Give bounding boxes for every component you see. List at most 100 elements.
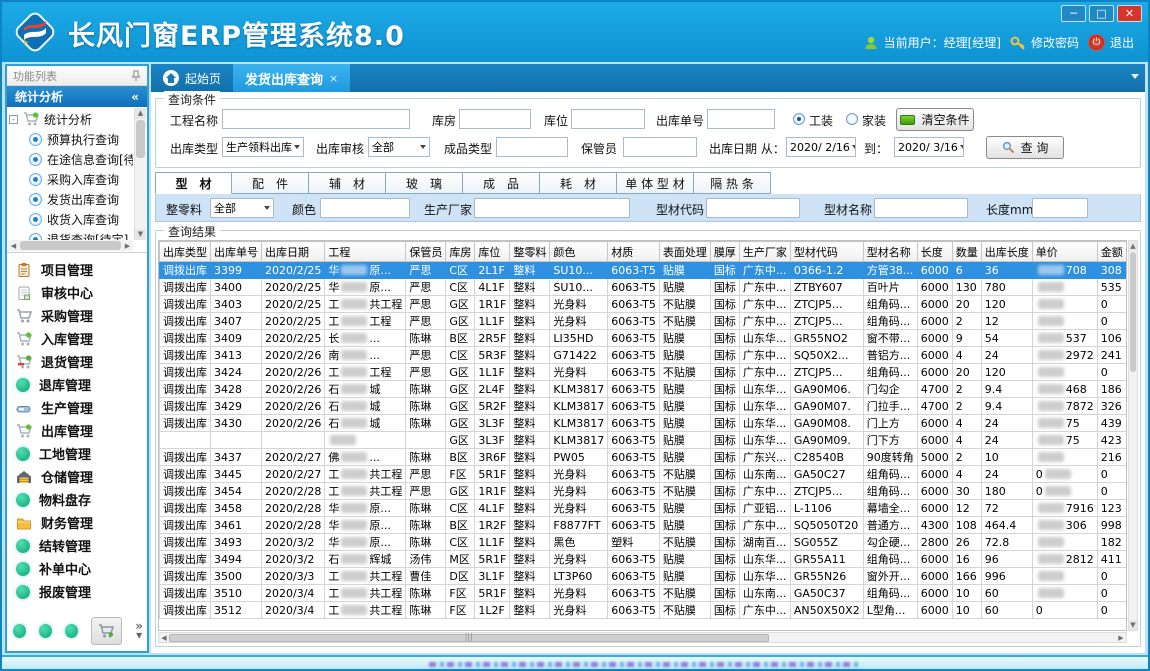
manufacturer-input[interactable] bbox=[474, 198, 630, 218]
column-header[interactable]: 单价 bbox=[1032, 242, 1097, 262]
column-header[interactable]: 出库类型 bbox=[160, 242, 211, 262]
order-no-input[interactable] bbox=[707, 109, 775, 129]
sidebar-module-15[interactable]: 报废管理 bbox=[16, 580, 147, 603]
table-row[interactable]: 调拨出库34612020/2/28华原...陈琳B区1R2F整料F8877FT6… bbox=[160, 517, 1127, 534]
column-header[interactable]: 型材代码 bbox=[790, 242, 863, 262]
material-tab-5[interactable]: 成 品 bbox=[463, 172, 540, 194]
tree-item-3[interactable]: 采购入库查询 bbox=[9, 169, 133, 189]
table-row[interactable]: 调拨出库34932020/3/2华原...陈琳C区1L1F整料黑色塑料不贴膜国标… bbox=[160, 534, 1127, 551]
sidebar-module-2[interactable]: 审核中心 bbox=[16, 281, 147, 304]
material-tab-8[interactable]: 隔 热 条 bbox=[694, 172, 771, 194]
table-row[interactable]: 调拨出库34582020/2/28华原...陈琳C区4L1F整料光身料6063-… bbox=[160, 500, 1127, 517]
tree-horizontal-scrollbar[interactable]: ◀ ▶ bbox=[8, 240, 133, 251]
scroll-down-icon[interactable]: ▼ bbox=[1129, 620, 1137, 630]
collapse-icon[interactable]: « bbox=[131, 90, 139, 104]
table-row[interactable]: 调拨出库34302020/2/26石城陈琳G区3L3F整料KLM38176063… bbox=[160, 415, 1127, 432]
tree-item-6[interactable]: 退货查询[待定] bbox=[9, 229, 133, 240]
column-header[interactable]: 库位 bbox=[475, 242, 510, 262]
sidebar-module-9[interactable]: 工地管理 bbox=[16, 442, 147, 465]
location-input[interactable] bbox=[571, 109, 645, 129]
tab-home[interactable]: 起始页 bbox=[151, 64, 233, 92]
table-row[interactable]: 调拨出库34132020/2/26南...严思C区5R3F整料G71422606… bbox=[160, 347, 1127, 364]
sidebar-module-8[interactable]: 出库管理 bbox=[16, 419, 147, 442]
module-dot-icon[interactable] bbox=[39, 624, 52, 638]
change-password-button[interactable]: 修改密码 bbox=[1010, 34, 1079, 51]
more-chevron-icon[interactable]: »▾ bbox=[135, 622, 143, 640]
close-tab-icon[interactable]: × bbox=[329, 72, 338, 85]
sidebar-module-1[interactable]: 项目管理 bbox=[16, 258, 147, 281]
sidebar-module-13[interactable]: 结转管理 bbox=[16, 534, 147, 557]
table-row[interactable]: 调拨出库34542020/2/28工共工程严思G区1R1F整料光身料6063-T… bbox=[160, 483, 1127, 500]
table-row[interactable]: 调拨出库34002020/2/25华原...严思C区4L1F整料SU10...6… bbox=[160, 279, 1127, 296]
table-row[interactable]: G区3L3F整料KLM38176063-T5贴膜国标山东华...GA90M09.… bbox=[160, 432, 1127, 449]
keeper-input[interactable] bbox=[623, 137, 697, 157]
material-tab-6[interactable]: 耗 材 bbox=[540, 172, 617, 194]
column-header[interactable]: 整零料 bbox=[510, 242, 550, 262]
sidebar-module-6[interactable]: 退库管理 bbox=[16, 373, 147, 396]
table-horizontal-scrollbar[interactable]: ◀ ▶ bbox=[158, 632, 1127, 643]
tree-vertical-scrollbar[interactable]: ▲ ▼ bbox=[134, 108, 146, 240]
column-header[interactable]: 库房 bbox=[446, 242, 475, 262]
tab-shipping-outbound-query[interactable]: 发货出库查询 × bbox=[233, 64, 350, 92]
table-row[interactable]: 调拨出库35002020/3/3工共工程曹佳D区3L1F整料LT3P606063… bbox=[160, 568, 1127, 585]
table-row[interactable]: 调拨出库34282020/2/26石城陈琳G区2L4F整料KLM38176063… bbox=[160, 381, 1127, 398]
table-row[interactable]: 调拨出库33992020/2/25华原...严思C区2L1F整料SU10...6… bbox=[160, 262, 1127, 279]
warehouse-input[interactable] bbox=[459, 109, 531, 129]
tree-item-5[interactable]: 收货入库查询 bbox=[9, 209, 133, 229]
table-row[interactable]: 调拨出库34292020/2/26石城陈琳G区5R2F整料KLM38176063… bbox=[160, 398, 1127, 415]
table-row[interactable]: 调拨出库34092020/2/25长...陈琳B区2R5F整料LI35HD606… bbox=[160, 330, 1127, 347]
color-input[interactable] bbox=[320, 198, 410, 218]
column-header[interactable]: 长度 bbox=[917, 242, 952, 262]
table-row[interactable]: 调拨出库34942020/3/2石辉城汤伟M区5R1F整料光身料6063-T5贴… bbox=[160, 551, 1127, 568]
scroll-thumb[interactable] bbox=[20, 241, 121, 250]
table-row[interactable]: 调拨出库34452020/2/27工共工程严思F区5R1F整料光身料6063-T… bbox=[160, 466, 1127, 483]
date-from-picker[interactable]: 2020/ 2/16 bbox=[786, 137, 856, 157]
sidebar-module-12[interactable]: 财务管理 bbox=[16, 511, 147, 534]
table-row[interactable]: 调拨出库35122020/3/4工共工程陈琳F区1L2F整料光身料6063-T5… bbox=[160, 602, 1127, 619]
table-row[interactable]: 调拨出库34032020/2/25工共工程严思G区1R1F整料光身料6063-T… bbox=[160, 296, 1127, 313]
scroll-right-icon[interactable]: ▶ bbox=[122, 242, 133, 250]
maximize-button[interactable]: □ bbox=[1089, 5, 1114, 22]
scroll-thumb[interactable] bbox=[136, 120, 145, 158]
sidebar-module-10[interactable]: 仓储管理 bbox=[16, 465, 147, 488]
scroll-left-icon[interactable]: ◀ bbox=[159, 634, 169, 642]
clear-conditions-button[interactable]: 清空条件 bbox=[896, 108, 974, 131]
tree-root-statistics[interactable]: -统计分析 bbox=[9, 109, 133, 129]
close-button[interactable]: ✕ bbox=[1117, 5, 1142, 22]
module-dot-icon[interactable] bbox=[65, 624, 78, 638]
material-tab-1[interactable]: 型 材 bbox=[155, 172, 232, 194]
pin-icon[interactable] bbox=[131, 70, 141, 82]
profile-code-input[interactable] bbox=[706, 198, 800, 218]
radio-gongzhuang[interactable] bbox=[793, 113, 805, 125]
scroll-thumb[interactable] bbox=[1130, 252, 1136, 372]
column-header[interactable]: 工程 bbox=[325, 242, 406, 262]
column-header[interactable]: 材质 bbox=[608, 242, 660, 262]
table-row[interactable]: 调拨出库34372020/2/27佛...陈琳B区3R6F整料PW056063-… bbox=[160, 449, 1127, 466]
column-header[interactable]: 表面处理 bbox=[659, 242, 710, 262]
logout-button[interactable]: ⏻ 退出 bbox=[1088, 34, 1134, 51]
column-header[interactable]: 金额 bbox=[1097, 242, 1126, 262]
cart-shortcut-button[interactable] bbox=[91, 617, 123, 645]
minimize-button[interactable]: ─ bbox=[1061, 5, 1086, 22]
material-tab-2[interactable]: 配 件 bbox=[232, 172, 309, 194]
section-header-statistics[interactable]: 统计分析 « bbox=[7, 86, 147, 107]
column-header[interactable]: 出库长度 bbox=[981, 242, 1032, 262]
search-button[interactable]: 查 询 bbox=[986, 136, 1064, 159]
sidebar-module-11[interactable]: 物料盘存 bbox=[16, 488, 147, 511]
scroll-left-icon[interactable]: ◀ bbox=[8, 242, 19, 250]
date-to-picker[interactable]: 2020/ 3/16 bbox=[894, 137, 964, 157]
scroll-up-icon[interactable]: ▲ bbox=[1129, 241, 1137, 251]
column-header[interactable]: 出库单号 bbox=[211, 242, 262, 262]
tree-item-2[interactable]: 在途信息查询[待 bbox=[9, 149, 133, 169]
project-name-input[interactable] bbox=[222, 109, 410, 129]
table-row[interactable]: 调拨出库35102020/3/4工共工程陈琳F区5R1F整料光身料6063-T5… bbox=[160, 585, 1127, 602]
sidebar-module-4[interactable]: 入库管理 bbox=[16, 327, 147, 350]
length-input[interactable] bbox=[1032, 198, 1088, 218]
column-header[interactable]: 保管员 bbox=[406, 242, 446, 262]
column-header[interactable]: 膜厚 bbox=[710, 242, 739, 262]
scroll-up-icon[interactable]: ▲ bbox=[135, 108, 146, 119]
radio-jiazhuang[interactable] bbox=[846, 113, 858, 125]
tree-item-1[interactable]: 预算执行查询 bbox=[9, 129, 133, 149]
column-header[interactable]: 出库日期 bbox=[262, 242, 325, 262]
scroll-right-icon[interactable]: ▶ bbox=[1116, 634, 1126, 642]
